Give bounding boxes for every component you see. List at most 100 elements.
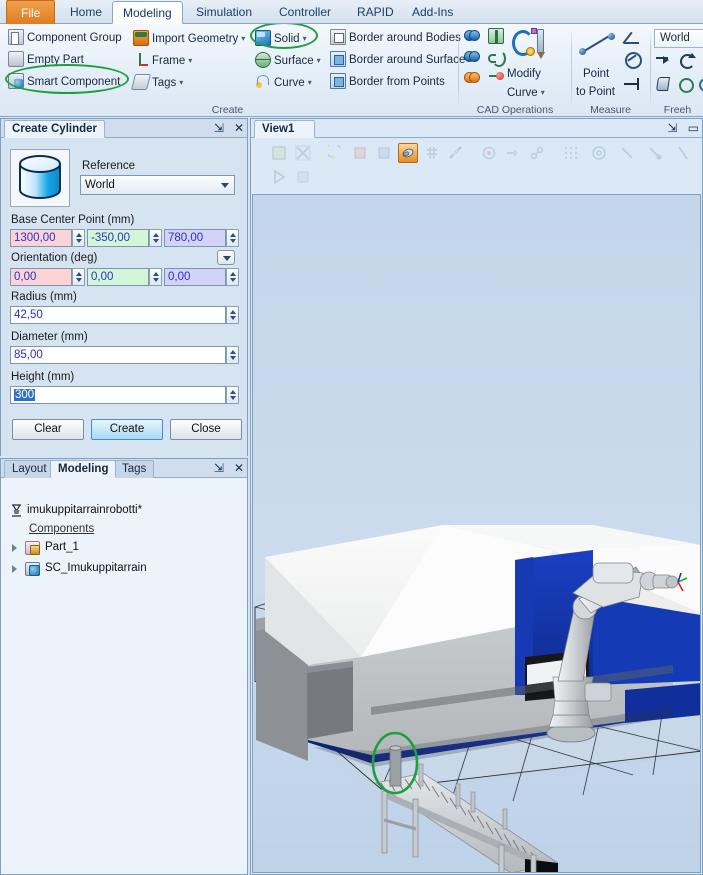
select-part-icon[interactable] <box>293 143 313 163</box>
ribbon-item-border-from-points[interactable]: Border from Points <box>330 72 445 93</box>
ribbon-item-smart-component[interactable]: Smart Component <box>8 72 120 93</box>
chevron-down-icon[interactable]: ▾ <box>308 72 312 93</box>
stop-icon[interactable] <box>293 167 313 187</box>
modify-curve-label-line2[interactable]: Curve ▾ <box>507 82 545 103</box>
snap-body-red-icon[interactable] <box>350 143 370 163</box>
jog-joint-icon[interactable] <box>678 76 696 93</box>
snap-grid-points-icon[interactable] <box>561 143 581 163</box>
viewport-3d[interactable]: Z Y X <box>252 194 701 873</box>
chevron-down-icon[interactable]: ▾ <box>179 72 183 93</box>
tab-home[interactable]: Home <box>60 1 112 24</box>
snap-circle-center-icon[interactable] <box>589 143 609 163</box>
move-icon[interactable] <box>656 53 674 69</box>
select-surface-icon[interactable] <box>269 143 289 163</box>
auto-hide-icon[interactable]: ⇲ <box>668 121 678 135</box>
base-center-x-input[interactable]: 1300,00 <box>10 229 72 247</box>
point-to-point-icon[interactable] <box>575 29 619 59</box>
rotate-icon[interactable] <box>678 53 696 69</box>
ribbon-item-border-around-bodies[interactable]: Border around Bodies <box>330 28 461 49</box>
expand-arrow-part1[interactable] <box>12 544 17 552</box>
tab-simulation[interactable]: Simulation <box>186 1 262 24</box>
tree-node-part-1[interactable]: Part_1 <box>45 541 79 553</box>
ribbon-item-import-geometry[interactable]: Import Geometry ▾ <box>133 28 245 49</box>
create-button[interactable]: Create <box>91 419 163 440</box>
diameter-measure-icon[interactable] <box>623 52 642 69</box>
base-center-x-stepper[interactable] <box>72 229 85 247</box>
radius-input[interactable]: 42,50 <box>10 306 226 324</box>
orientation-y-stepper[interactable] <box>149 268 162 286</box>
tree-node-station[interactable]: imukuppitarrainrobotti* <box>27 504 142 516</box>
base-center-z-stepper[interactable] <box>226 229 239 247</box>
chevron-down-icon[interactable]: ▾ <box>188 50 192 71</box>
base-center-y-input[interactable]: -350,00 <box>87 229 149 247</box>
orientation-y-input[interactable]: 0,00 <box>87 268 149 286</box>
tab-view1[interactable]: View1 <box>254 120 316 138</box>
play-icon[interactable] <box>269 167 289 187</box>
base-center-y-stepper[interactable] <box>149 229 162 247</box>
ribbon-item-tags[interactable]: Tags ▾ <box>131 72 183 93</box>
line-to-point-icon[interactable] <box>488 70 504 86</box>
base-center-z-input[interactable]: 780,00 <box>164 229 226 247</box>
orientation-z-stepper[interactable] <box>226 268 239 286</box>
ribbon-item-empty-part[interactable]: Empty Part <box>8 50 84 71</box>
tab-file[interactable]: File <box>6 0 56 24</box>
snap-curve-icon[interactable] <box>326 143 346 163</box>
chevron-down-icon[interactable]: ▾ <box>303 28 307 49</box>
mechanism-jog-icon[interactable] <box>698 76 703 92</box>
tree-node-smart-component[interactable]: SC_Imukuppitarrain <box>45 562 147 574</box>
auto-hide-icon[interactable]: ⇲ <box>214 121 224 135</box>
snap-line-end-icon[interactable] <box>617 143 637 163</box>
maximize-icon[interactable]: ▭ <box>688 121 699 135</box>
modify-curve-icon[interactable] <box>510 27 546 61</box>
snap-edge-icon[interactable] <box>446 143 466 163</box>
snap-object-icon[interactable] <box>398 143 418 163</box>
snap-gravity-icon[interactable] <box>503 143 523 163</box>
tab-controller[interactable]: Controller <box>269 1 341 24</box>
chevron-down-icon[interactable]: ▾ <box>241 28 245 49</box>
diameter-stepper[interactable] <box>226 346 239 364</box>
tab-tags[interactable]: Tags <box>114 460 155 478</box>
tab-modeling-browser[interactable]: Modeling <box>50 460 117 478</box>
subtract-icon[interactable] <box>464 50 481 64</box>
minimum-distance-icon[interactable] <box>623 76 641 92</box>
orientation-x-stepper[interactable] <box>72 268 85 286</box>
orientation-x-input[interactable]: 0,00 <box>10 268 72 286</box>
close-icon[interactable]: ✕ <box>234 461 244 475</box>
point-to-point-label-line2[interactable]: to Point <box>576 82 615 103</box>
ribbon-item-component-group[interactable]: Component Group <box>8 28 122 49</box>
snap-center-icon[interactable] <box>479 143 499 163</box>
snap-edge2-icon[interactable] <box>673 143 693 163</box>
radius-stepper[interactable] <box>226 306 239 324</box>
ribbon-item-surface[interactable]: Surface ▾ <box>255 50 321 71</box>
height-stepper[interactable] <box>226 386 239 404</box>
snap-local-origin-icon[interactable] <box>527 143 547 163</box>
clear-button[interactable]: Clear <box>12 419 84 440</box>
arc-trim-icon[interactable] <box>488 49 506 67</box>
height-input[interactable]: 300 <box>10 386 226 404</box>
ribbon-item-curve[interactable]: Curve ▾ <box>255 72 312 93</box>
auto-hide-icon[interactable]: ⇲ <box>214 461 224 475</box>
reference-selector[interactable]: World <box>654 29 703 48</box>
snap-body-blue-icon[interactable] <box>374 143 394 163</box>
orientation-z-input[interactable]: 0,00 <box>164 268 226 286</box>
expand-arrow-sc[interactable] <box>12 565 17 573</box>
extrude-icon[interactable] <box>488 28 504 44</box>
intersect-icon[interactable] <box>464 29 481 43</box>
union-icon[interactable] <box>464 71 481 85</box>
reference-dropdown[interactable]: World <box>80 175 235 195</box>
chevron-down-icon[interactable]: ▾ <box>541 82 545 103</box>
ribbon-item-border-around-surface[interactable]: Border around Surface <box>330 50 465 71</box>
jog-reorient-icon[interactable] <box>656 76 674 92</box>
orientation-picker-button[interactable] <box>217 250 235 265</box>
tab-layout[interactable]: Layout <box>4 460 55 478</box>
tab-rapid[interactable]: RAPID <box>347 1 404 24</box>
tab-modeling[interactable]: Modeling <box>112 1 183 24</box>
diameter-input[interactable]: 85,00 <box>10 346 226 364</box>
chevron-down-icon[interactable]: ▾ <box>317 50 321 71</box>
ribbon-item-frame[interactable]: Frame ▾ <box>133 50 192 71</box>
ribbon-item-solid[interactable]: Solid ▾ <box>255 28 307 49</box>
angle-measure-icon[interactable] <box>623 30 641 46</box>
tab-addins[interactable]: Add-Ins <box>402 1 463 24</box>
snap-grid-icon[interactable] <box>422 143 442 163</box>
close-icon[interactable]: ✕ <box>234 121 244 135</box>
